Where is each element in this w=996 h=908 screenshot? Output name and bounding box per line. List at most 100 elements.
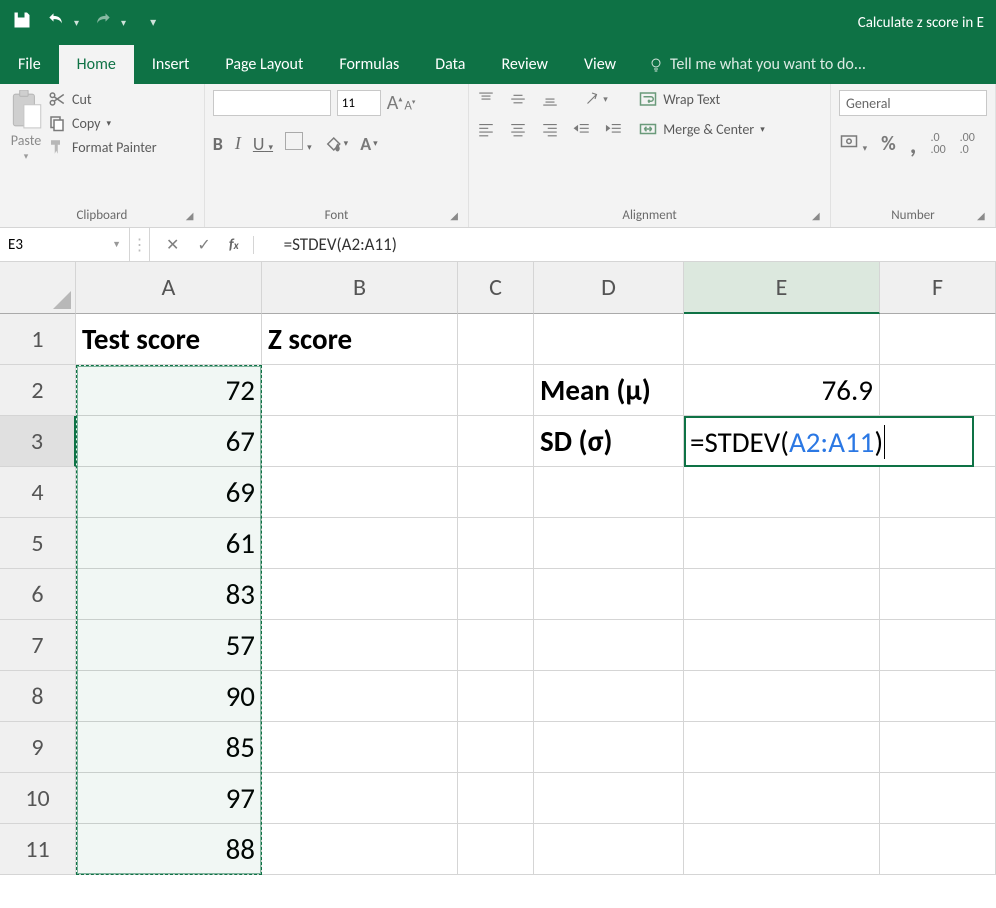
col-header[interactable]: B bbox=[262, 262, 458, 314]
align-left-icon[interactable] bbox=[477, 120, 495, 138]
cell[interactable] bbox=[880, 467, 996, 518]
accounting-format-button[interactable]: ▾ bbox=[839, 133, 867, 156]
enter-formula-button[interactable]: ✓ bbox=[197, 235, 210, 255]
cell[interactable] bbox=[534, 314, 684, 365]
cell[interactable] bbox=[534, 620, 684, 671]
number-launcher[interactable]: ◢ bbox=[977, 209, 991, 223]
tab-data[interactable]: Data bbox=[417, 45, 483, 84]
row-header[interactable]: 3 bbox=[0, 416, 76, 467]
select-all-corner[interactable] bbox=[0, 262, 76, 314]
cell[interactable] bbox=[262, 365, 458, 416]
border-button[interactable]: ▾ bbox=[285, 132, 312, 155]
cell[interactable] bbox=[684, 518, 880, 569]
cell[interactable] bbox=[534, 671, 684, 722]
cell[interactable] bbox=[880, 824, 996, 875]
cell[interactable] bbox=[880, 773, 996, 824]
tell-me[interactable]: Tell me what you want to do... bbox=[634, 45, 880, 84]
font-launcher[interactable]: ◢ bbox=[450, 209, 464, 223]
col-header[interactable]: A bbox=[76, 262, 262, 314]
increase-decimal-button[interactable]: .00.0 bbox=[960, 132, 975, 156]
number-format-select[interactable] bbox=[839, 90, 987, 116]
cell[interactable]: 72 bbox=[76, 365, 262, 416]
tab-file[interactable]: File bbox=[0, 45, 59, 84]
redo-dropdown[interactable]: ▾ bbox=[121, 16, 126, 29]
cell[interactable] bbox=[880, 365, 996, 416]
font-size-input[interactable] bbox=[337, 90, 381, 116]
orientation-button[interactable]: ▾ bbox=[583, 90, 608, 108]
cell[interactable] bbox=[262, 620, 458, 671]
cell[interactable] bbox=[684, 722, 880, 773]
cell[interactable]: 67 bbox=[76, 416, 262, 467]
cell[interactable] bbox=[458, 773, 534, 824]
cancel-formula-button[interactable]: ✕ bbox=[166, 235, 179, 255]
cell[interactable] bbox=[684, 620, 880, 671]
row-header[interactable]: 7 bbox=[0, 620, 76, 671]
cell-editor[interactable]: =STDEV(A2:A11) bbox=[684, 416, 974, 467]
row-header[interactable]: 1 bbox=[0, 314, 76, 365]
underline-button[interactable]: U ▾ bbox=[253, 133, 273, 155]
col-header[interactable]: D bbox=[534, 262, 684, 314]
comma-button[interactable]: , bbox=[910, 128, 917, 160]
align-center-icon[interactable] bbox=[509, 120, 527, 138]
col-header[interactable]: E bbox=[684, 262, 880, 314]
cell[interactable]: 88 bbox=[76, 824, 262, 875]
bold-button[interactable]: B bbox=[213, 133, 223, 155]
cell[interactable] bbox=[534, 518, 684, 569]
cell[interactable] bbox=[458, 824, 534, 875]
cell[interactable] bbox=[534, 722, 684, 773]
cell[interactable] bbox=[458, 569, 534, 620]
row-header[interactable]: 9 bbox=[0, 722, 76, 773]
format-painter-button[interactable]: Format Painter bbox=[48, 138, 157, 156]
align-right-icon[interactable] bbox=[541, 120, 559, 138]
cell[interactable] bbox=[684, 671, 880, 722]
cell[interactable]: Z score bbox=[262, 314, 458, 365]
cell[interactable] bbox=[684, 569, 880, 620]
cell[interactable] bbox=[262, 569, 458, 620]
cell[interactable]: 90 bbox=[76, 671, 262, 722]
save-icon[interactable] bbox=[12, 10, 32, 35]
cell[interactable] bbox=[262, 467, 458, 518]
cell[interactable] bbox=[458, 467, 534, 518]
cell[interactable] bbox=[458, 365, 534, 416]
merge-center-button[interactable]: Merge & Center ▾ bbox=[639, 120, 765, 138]
tab-review[interactable]: Review bbox=[483, 45, 566, 84]
cell[interactable] bbox=[458, 518, 534, 569]
cell[interactable] bbox=[684, 824, 880, 875]
cell[interactable] bbox=[458, 620, 534, 671]
cell[interactable] bbox=[458, 314, 534, 365]
cell[interactable] bbox=[684, 467, 880, 518]
paste-button[interactable]: Paste ▾ bbox=[8, 90, 44, 162]
decrease-font-icon[interactable]: A▾ bbox=[404, 97, 415, 113]
copy-button[interactable]: Copy▾ bbox=[48, 114, 157, 132]
clipboard-launcher[interactable]: ◢ bbox=[186, 209, 200, 223]
cut-button[interactable]: Cut bbox=[48, 90, 157, 108]
cell[interactable] bbox=[262, 518, 458, 569]
align-top-icon[interactable] bbox=[477, 90, 495, 108]
name-box[interactable]: E3 ▼ bbox=[0, 228, 130, 261]
tab-view[interactable]: View bbox=[566, 45, 634, 84]
cell[interactable] bbox=[262, 722, 458, 773]
cell[interactable] bbox=[880, 671, 996, 722]
cell[interactable] bbox=[262, 773, 458, 824]
redo-icon[interactable] bbox=[93, 10, 113, 35]
percent-button[interactable]: % bbox=[881, 132, 896, 156]
decrease-decimal-button[interactable]: .0.00 bbox=[930, 132, 945, 156]
chevron-down-icon[interactable]: ▼ bbox=[112, 239, 121, 250]
font-color-button[interactable]: A▾ bbox=[360, 133, 377, 155]
tab-home[interactable]: Home bbox=[59, 45, 134, 84]
row-header[interactable]: 11 bbox=[0, 824, 76, 875]
cell[interactable] bbox=[880, 314, 996, 365]
wrap-text-button[interactable]: Wrap Text bbox=[639, 90, 765, 108]
row-header[interactable]: 5 bbox=[0, 518, 76, 569]
cell[interactable] bbox=[262, 824, 458, 875]
cell[interactable] bbox=[534, 824, 684, 875]
fill-color-button[interactable]: ▾ bbox=[324, 135, 349, 153]
row-header[interactable]: 4 bbox=[0, 467, 76, 518]
qat-customize[interactable]: ▾ bbox=[150, 15, 156, 30]
tab-insert[interactable]: Insert bbox=[134, 45, 208, 84]
cell[interactable] bbox=[684, 773, 880, 824]
cell[interactable]: 61 bbox=[76, 518, 262, 569]
cell[interactable] bbox=[880, 518, 996, 569]
undo-icon[interactable] bbox=[46, 10, 66, 35]
cell[interactable]: 85 bbox=[76, 722, 262, 773]
